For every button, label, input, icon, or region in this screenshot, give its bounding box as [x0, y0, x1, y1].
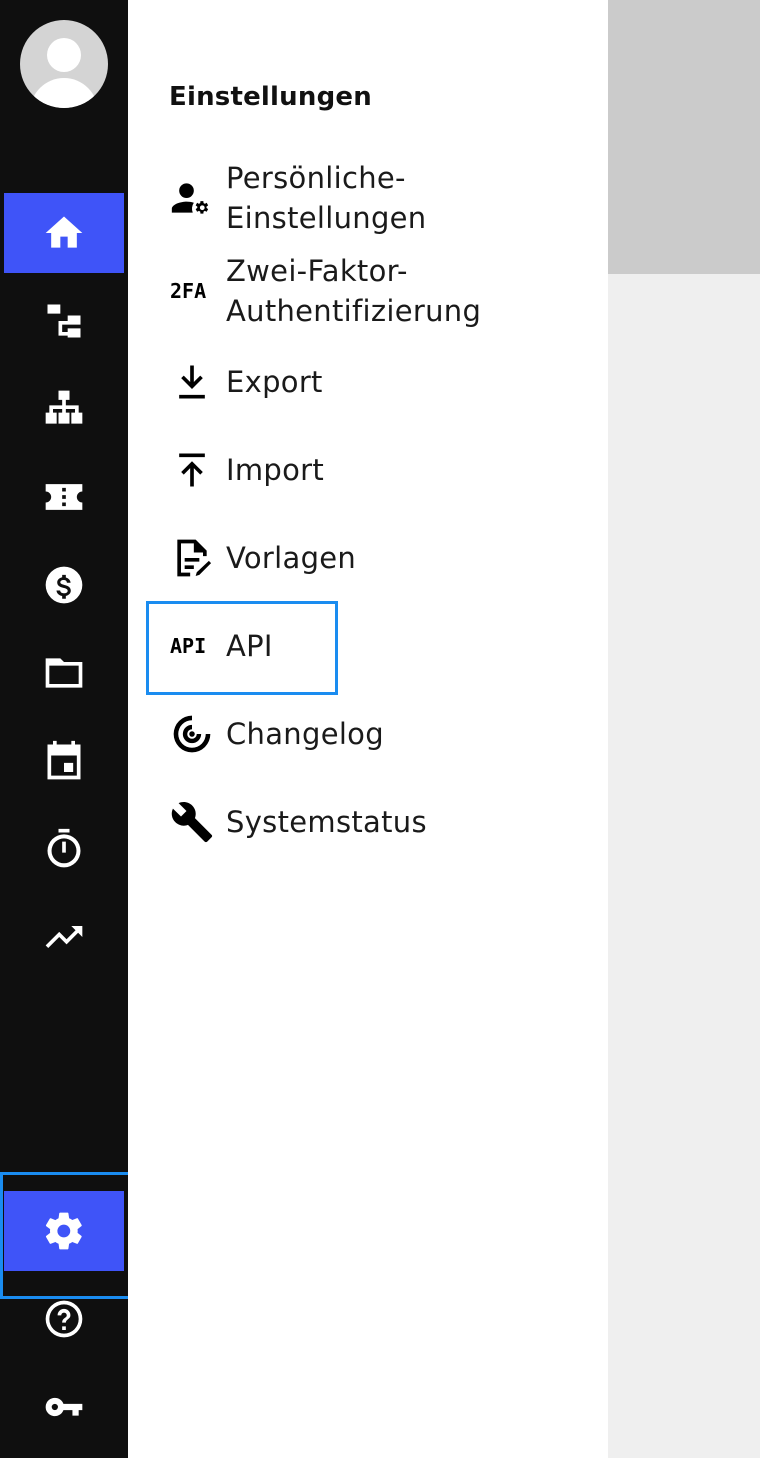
user-avatar[interactable]: [20, 20, 108, 108]
trending-up-icon: [45, 926, 83, 948]
2fa-icon-text: 2FA: [170, 279, 207, 303]
menu-system-status[interactable]: Systemstatus: [156, 792, 576, 852]
menu-import[interactable]: Import: [156, 440, 576, 500]
dollar-icon: [45, 566, 83, 604]
nav-org-chart[interactable]: [4, 369, 124, 449]
panel-title: Einstellungen: [169, 82, 372, 112]
nav-calendar[interactable]: [4, 721, 124, 801]
nav-finance[interactable]: [4, 545, 124, 625]
menu-api[interactable]: API API: [156, 616, 576, 676]
timer-icon: [47, 828, 81, 868]
org-chart-icon: [45, 390, 83, 424]
avatar-head: [47, 38, 81, 72]
radar-icon: [156, 704, 226, 764]
menu-api-label: API: [226, 629, 273, 663]
help-icon: [45, 1300, 83, 1338]
menu-templates-label: Vorlagen: [226, 541, 357, 575]
ticket-icon: [45, 484, 83, 510]
menu-personal-settings-label: Persönliche- Einstellungen: [226, 161, 427, 235]
avatar-body: [30, 78, 98, 108]
nav-tickets[interactable]: [4, 457, 124, 537]
menu-changelog-label: Changelog: [226, 717, 384, 751]
nav-workflow[interactable]: [4, 281, 124, 361]
menu-two-factor-label: Zwei-Faktor- Authentifizierung: [226, 254, 482, 328]
menu-changelog[interactable]: Changelog: [156, 704, 576, 764]
key-icon: [45, 1397, 83, 1417]
calendar-icon: [47, 740, 81, 780]
menu-personal-settings[interactable]: Persönliche- Einstellungen: [156, 158, 576, 238]
folder-icon: [45, 658, 83, 688]
person-gear-icon: [156, 168, 226, 228]
nav-files[interactable]: [4, 633, 124, 713]
settings-submenu: Einstellungen Persönliche- Einstellungen…: [128, 0, 608, 1458]
settings-gear-icon: [45, 1212, 82, 1250]
workflow-icon: [47, 304, 81, 338]
api-icon-text: API: [170, 634, 207, 658]
api-icon: API: [156, 616, 226, 676]
home-icon: [45, 216, 83, 248]
content-area: [608, 274, 760, 1458]
download-icon: [156, 352, 226, 412]
menu-import-label: Import: [226, 453, 325, 487]
nav-statistics[interactable]: [4, 897, 124, 977]
menu-export[interactable]: Export: [156, 352, 576, 412]
wrench-icon: [156, 792, 226, 852]
nav-license[interactable]: [4, 1367, 124, 1447]
nav-home[interactable]: [4, 193, 124, 273]
menu-system-status-label: Systemstatus: [226, 805, 427, 839]
content-header-area: [608, 0, 760, 274]
menu-export-label: Export: [226, 365, 323, 399]
2fa-icon: 2FA: [156, 261, 226, 321]
nav-help[interactable]: [4, 1279, 124, 1359]
upload-icon: [156, 440, 226, 500]
icon-sidebar: [0, 0, 128, 1458]
menu-two-factor[interactable]: 2FA Zwei-Faktor- Authentifizierung: [156, 251, 576, 331]
nav-time-tracking[interactable]: [4, 809, 124, 889]
menu-templates[interactable]: Vorlagen: [156, 528, 576, 588]
nav-settings[interactable]: [4, 1191, 124, 1271]
edit-document-icon: [156, 528, 226, 588]
